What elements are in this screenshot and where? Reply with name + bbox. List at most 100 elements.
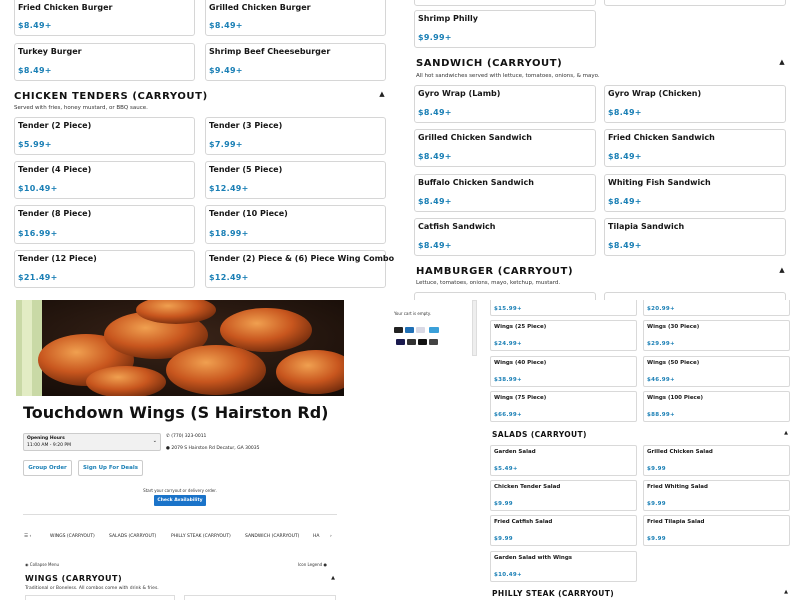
menu-item-card[interactable]: Tender (10 Piece) $18.99+ bbox=[205, 205, 386, 244]
menu-item-card[interactable]: Tender (3 Piece) $7.99+ bbox=[205, 117, 386, 155]
menu-item-card[interactable]: Whiting Fish Sandwich $8.49+ bbox=[604, 174, 786, 212]
menu-item-card[interactable] bbox=[604, 292, 786, 300]
cart-empty-message: Your cart is empty. bbox=[394, 311, 431, 316]
menu-item-card[interactable]: Catfish Sandwich $8.49+ bbox=[414, 218, 596, 256]
tab-wings[interactable]: WINGS (CARRYOUT) bbox=[50, 534, 95, 539]
menu-item-card[interactable] bbox=[184, 595, 336, 600]
chevron-up-icon[interactable]: ▲ bbox=[329, 574, 337, 582]
menu-item-card[interactable]: Fried Chicken Sandwich $8.49+ bbox=[604, 129, 786, 167]
chevron-up-icon[interactable]: ▲ bbox=[378, 90, 386, 98]
icon-legend-link[interactable]: Icon Legend ● bbox=[298, 562, 327, 567]
menu-item-price: $16.99+ bbox=[18, 229, 58, 238]
tab-philly-steak[interactable]: PHILLY STEAK (CARRYOUT) bbox=[171, 534, 231, 539]
menu-item-card[interactable] bbox=[414, 292, 596, 300]
menu-item-card[interactable]: Fried Whiting Salad $9.99 bbox=[643, 480, 790, 511]
menu-item-card[interactable]: Gyro Wrap (Lamb) $8.49+ bbox=[414, 85, 596, 123]
venmo-icon bbox=[429, 327, 439, 333]
menu-item-card[interactable]: Wings (40 Piece) $38.99+ bbox=[490, 356, 637, 387]
menu-item-name: Fried Whiting Salad bbox=[647, 484, 708, 490]
chevron-up-icon[interactable]: ▲ bbox=[782, 588, 790, 596]
menu-item-card[interactable]: Fried Tilapia Salad $9.99 bbox=[643, 515, 790, 546]
menu-item-name: Turkey Burger bbox=[18, 47, 82, 56]
menu-item-name: Tender (12 Piece) bbox=[18, 254, 97, 263]
menu-item-name: Garden Salad bbox=[494, 449, 536, 455]
menu-item-name: Shrimp Philly bbox=[418, 14, 478, 23]
chevron-up-icon[interactable]: ▲ bbox=[778, 266, 786, 274]
menu-item-card[interactable]: Tender (2) Piece & (6) Piece Wing Combo … bbox=[205, 250, 394, 288]
menu-item-card[interactable]: Gyro Wrap (Chicken) $8.49+ bbox=[604, 85, 786, 123]
menu-item-card[interactable]: Wings (50 Piece) $46.99+ bbox=[643, 356, 790, 387]
menu-item-price: $88.99+ bbox=[647, 412, 675, 418]
menu-item-card[interactable]: Fried Catfish Salad $9.99 bbox=[490, 515, 637, 546]
hero-food-image bbox=[16, 300, 344, 396]
menu-item-card[interactable]: Shrimp Philly $9.99+ bbox=[414, 10, 596, 48]
menu-item-card[interactable]: Garden Salad with Wings $10.49+ bbox=[490, 551, 637, 582]
menu-item-name: Tender (2 Piece) bbox=[18, 121, 92, 130]
menu-item-name: Garden Salad with Wings bbox=[494, 555, 573, 561]
section-description: All hot sandwiches served with lettuce, … bbox=[416, 73, 600, 79]
menu-item-card[interactable]: Chicken Tender Salad $9.99 bbox=[490, 480, 637, 511]
menu-item-card[interactable]: Garden Salad $5.49+ bbox=[490, 445, 637, 476]
menu-item-price: $9.99 bbox=[494, 536, 513, 542]
phone-line[interactable]: ✆ (770) 323-0011 bbox=[166, 434, 206, 439]
menu-item-card[interactable]: Grilled Chicken Burger $8.49+ bbox=[205, 0, 386, 36]
menu-list-icon[interactable]: ☰ ‹ bbox=[24, 534, 31, 539]
menu-item-card[interactable]: Tender (2 Piece) $5.99+ bbox=[14, 117, 195, 155]
tab-sandwich[interactable]: SANDWICH (CARRYOUT) bbox=[245, 534, 299, 539]
menu-item-card[interactable] bbox=[25, 595, 175, 600]
opening-hours-dropdown[interactable]: Opening Hours 11:00 AM - 9:20 PM ⌄ bbox=[23, 433, 161, 451]
menu-item-card[interactable]: Buffalo Chicken Sandwich $8.49+ bbox=[414, 174, 596, 212]
menu-item-card[interactable] bbox=[414, 0, 596, 6]
store-name: Touchdown Wings (S Hairston Rd) bbox=[23, 403, 329, 422]
menu-item-card[interactable]: Wings (25 Piece) $24.99+ bbox=[490, 320, 637, 351]
check-availability-button[interactable]: Check Availability bbox=[154, 495, 206, 506]
menu-item-card[interactable]: Wings (30 Piece) $29.99+ bbox=[643, 320, 790, 351]
tab-salads[interactable]: SALADS (CARRYOUT) bbox=[109, 534, 156, 539]
menu-item-price: $10.49+ bbox=[18, 184, 58, 193]
menu-item-card[interactable]: Fried Chicken Burger $8.49+ bbox=[14, 0, 195, 36]
section-description: Lettuce, tomatoes, onions, mayo, ketchup… bbox=[416, 280, 561, 286]
group-order-button[interactable]: Group Order bbox=[23, 460, 72, 476]
sign-up-deals-button[interactable]: Sign Up For Deals bbox=[78, 460, 143, 476]
storefront-panel: Touchdown Wings (S Hairston Rd) Opening … bbox=[0, 300, 484, 600]
section-title-wings: WINGS (CARRYOUT) bbox=[25, 574, 123, 583]
menu-item-card[interactable] bbox=[604, 0, 786, 6]
menu-item-card[interactable]: Tilapia Sandwich $8.49+ bbox=[604, 218, 786, 256]
tab-hamburger[interactable]: HA bbox=[313, 534, 319, 539]
chevron-up-icon[interactable]: ▲ bbox=[778, 58, 786, 66]
menu-item-card[interactable]: Tender (8 Piece) $16.99+ bbox=[14, 205, 195, 244]
menu-item-name: Wings (30 Piece) bbox=[647, 324, 700, 330]
chevron-up-icon[interactable]: ▲ bbox=[782, 429, 790, 437]
chevron-right-icon[interactable]: › bbox=[330, 534, 332, 539]
collapse-menu-link[interactable]: ◉ Collapse Menu bbox=[25, 562, 59, 567]
menu-item-card[interactable]: Turkey Burger $8.49+ bbox=[14, 43, 195, 81]
menu-item-card[interactable]: Wings (75 Piece) $66.99+ bbox=[490, 391, 637, 422]
menu-item-card[interactable]: $20.99+ bbox=[643, 300, 790, 316]
menu-item-card[interactable]: Tender (12 Piece) $21.49+ bbox=[14, 250, 195, 288]
menu-item-card[interactable]: $15.99+ bbox=[490, 300, 637, 316]
menu-item-price: $38.99+ bbox=[494, 377, 522, 383]
menu-item-card[interactable]: Shrimp Beef Cheeseburger $9.49+ bbox=[205, 43, 386, 81]
menu-item-card[interactable]: Tender (4 Piece) $10.49+ bbox=[14, 161, 195, 199]
cart-scrollbar[interactable] bbox=[472, 300, 477, 356]
menu-item-price: $8.49+ bbox=[418, 241, 452, 250]
menu-panel-top-right: Shrimp Philly $9.99+ SANDWICH (CARRYOUT)… bbox=[404, 0, 800, 300]
divider bbox=[23, 514, 337, 515]
section-description: Served with fries, honey mustard, or BBQ… bbox=[14, 105, 148, 111]
menu-item-price: $12.49+ bbox=[209, 184, 249, 193]
section-title-sandwich: SANDWICH (CARRYOUT) bbox=[416, 58, 563, 69]
menu-item-price: $21.49+ bbox=[18, 273, 58, 282]
menu-item-price: $8.49+ bbox=[608, 197, 642, 206]
menu-item-card[interactable]: Tender (5 Piece) $12.49+ bbox=[205, 161, 386, 199]
menu-item-name: Grilled Chicken Burger bbox=[209, 3, 311, 12]
menu-item-card[interactable]: Wings (100 Piece) $88.99+ bbox=[643, 391, 790, 422]
wings-photo bbox=[16, 300, 344, 396]
amex-icon bbox=[405, 327, 414, 333]
menu-item-name: Catfish Sandwich bbox=[418, 222, 496, 231]
menu-item-card[interactable]: Grilled Chicken Sandwich $8.49+ bbox=[414, 129, 596, 167]
menu-item-name: Whiting Fish Sandwich bbox=[608, 178, 711, 187]
menu-item-name: Tender (5 Piece) bbox=[209, 165, 283, 174]
menu-item-card[interactable]: Grilled Chicken Salad $9.99 bbox=[643, 445, 790, 476]
menu-item-price: $8.49+ bbox=[18, 21, 52, 30]
address-line[interactable]: ● 2079 S Hairston Rd Decatur, GA 30035 bbox=[166, 446, 259, 451]
